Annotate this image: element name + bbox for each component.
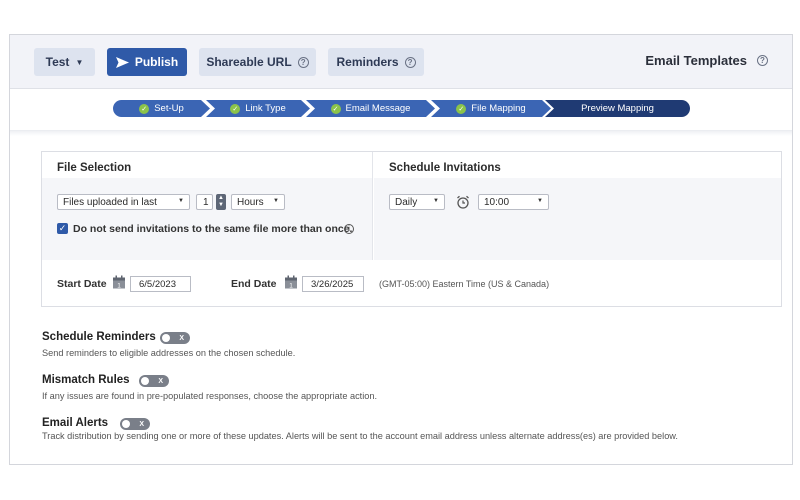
step-file-mapping[interactable]: ✓ File Mapping	[431, 100, 551, 117]
step-label: File Mapping	[471, 103, 526, 114]
quantity-value: 1	[203, 196, 209, 208]
check-icon: ✓	[331, 104, 341, 114]
check-icon: ✓	[139, 104, 149, 114]
start-date-label: Start Date	[57, 278, 107, 290]
progress-stepper: ✓ Set-Up ✓ Link Type ✓ Email Message ✓ F…	[10, 89, 792, 136]
chevron-down-icon: ▼	[537, 198, 543, 204]
alarm-clock-icon	[457, 195, 469, 209]
schedule-panel: Schedule Invitations Daily ▼ 10:00 ▼	[374, 152, 781, 260]
reminders-label: Reminders	[336, 55, 399, 69]
timezone-label: (GMT-05:00) Eastern Time (US & Canada)	[379, 279, 550, 289]
frequency-value: Daily	[395, 196, 418, 208]
mismatch-rules-desc: If any issues are found in pre-populated…	[42, 391, 378, 401]
check-icon: ✓	[456, 104, 466, 114]
help-icon[interactable]: ?	[297, 56, 309, 68]
calendar-day: 1	[117, 283, 121, 290]
time-select[interactable]: 10:00 ▼	[478, 194, 549, 210]
test-label: Test	[45, 55, 70, 69]
quantity-input[interactable]: 1	[196, 194, 213, 210]
reminders-button[interactable]: Reminders ?	[328, 48, 424, 76]
schedule-reminders-toggle[interactable]: X	[160, 332, 190, 344]
help-icon[interactable]: ?	[404, 56, 416, 68]
chevron-down-icon: ▼	[75, 57, 84, 67]
step-label: Set-Up	[154, 103, 184, 114]
time-unit-value: Hours	[237, 196, 264, 208]
test-dropdown-button[interactable]: Test ▼	[34, 48, 95, 76]
calendar-icon[interactable]: 1	[112, 275, 126, 289]
email-templates-label: Email Templates	[645, 53, 747, 68]
email-alerts-desc: Track distribution by sending one or mor…	[42, 431, 678, 441]
file-filter-select[interactable]: Files uploaded in last ▼	[57, 194, 190, 210]
step-email-message[interactable]: ✓ Email Message	[306, 100, 435, 117]
file-filter-value: Files uploaded in last	[63, 196, 157, 208]
step-label: Email Message	[345, 103, 411, 114]
schedule-reminders-title: Schedule Reminders	[42, 331, 156, 343]
start-date-input[interactable]: 6/5/2023	[130, 276, 191, 292]
file-selection-panel: File Selection Files uploaded in last ▼ …	[42, 152, 373, 260]
calendar-icon[interactable]: 1	[284, 275, 298, 289]
email-alerts-toggle[interactable]: X	[120, 418, 150, 430]
publish-button[interactable]: Publish	[107, 48, 187, 76]
toolbar: Test ▼ Publish Shareable URL ? Reminders…	[10, 35, 792, 89]
step-link-type[interactable]: ✓ Link Type	[206, 100, 310, 117]
end-date-input[interactable]: 3/26/2025	[302, 276, 364, 292]
email-alerts-title: Email Alerts	[42, 417, 109, 429]
send-icon	[115, 56, 129, 68]
toggle-off-icon: X	[158, 377, 163, 385]
step-label: Preview Mapping	[581, 103, 654, 114]
time-value: 10:00	[484, 196, 510, 208]
toggle-off-icon: X	[179, 334, 184, 342]
app-frame: Test ▼ Publish Shareable URL ? Reminders…	[9, 34, 793, 465]
step-preview-mapping[interactable]: Preview Mapping	[545, 100, 690, 117]
chevron-down-icon[interactable]: ▼	[218, 202, 224, 209]
step-label: Link Type	[245, 103, 286, 114]
chevron-down-icon: ▼	[178, 198, 184, 204]
shareable-url-label: Shareable URL	[206, 55, 292, 69]
mismatch-rules-toggle[interactable]: X	[139, 375, 169, 387]
file-selection-title: File Selection	[42, 152, 372, 178]
chevron-up-icon[interactable]: ▲	[218, 195, 224, 202]
settings-card: File Selection Files uploaded in last ▼ …	[41, 151, 782, 307]
email-templates-link[interactable]: Email Templates ?	[645, 53, 768, 68]
publish-label: Publish	[134, 55, 179, 69]
frequency-select[interactable]: Daily ▼	[389, 194, 445, 210]
chevron-down-icon: ▼	[273, 198, 279, 204]
help-icon[interactable]: ?	[757, 55, 768, 66]
end-date-label: End Date	[231, 278, 277, 290]
no-repeat-label: Do not send invitations to the same file…	[73, 223, 353, 235]
start-date-value: 6/5/2023	[139, 278, 176, 290]
mismatch-rules-title: Mismatch Rules	[42, 374, 130, 386]
schedule-title: Schedule Invitations	[374, 152, 781, 178]
schedule-reminders-desc: Send reminders to eligible addresses on …	[42, 348, 296, 358]
quantity-stepper[interactable]: ▲ ▼	[216, 194, 226, 210]
info-icon[interactable]: i	[344, 224, 354, 234]
check-icon: ✓	[230, 104, 240, 114]
time-unit-select[interactable]: Hours ▼	[231, 194, 285, 210]
end-date-value: 3/26/2025	[311, 278, 354, 290]
shareable-url-button[interactable]: Shareable URL ?	[199, 48, 316, 76]
calendar-day: 1	[289, 283, 293, 290]
no-repeat-checkbox[interactable]: ✓	[57, 223, 68, 234]
toggle-off-icon: X	[139, 420, 144, 428]
step-setup[interactable]: ✓ Set-Up	[113, 100, 210, 117]
chevron-down-icon: ▼	[433, 198, 439, 204]
